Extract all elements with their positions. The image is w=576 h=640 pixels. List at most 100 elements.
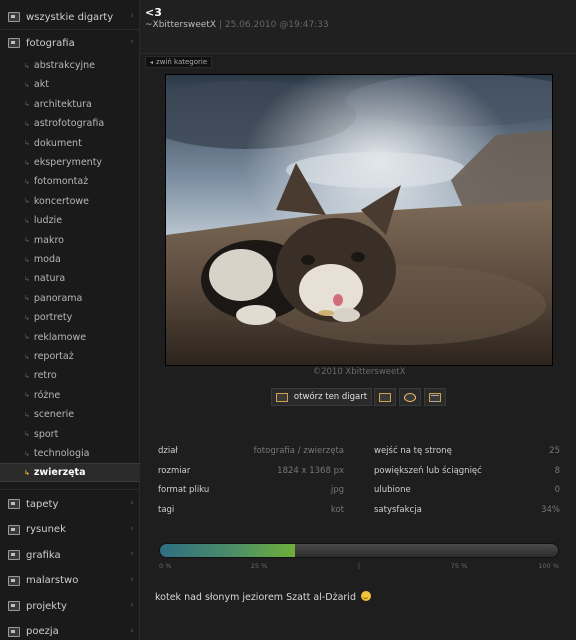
subitem-arrow-icon: ↳ [24, 177, 30, 186]
sidebar-subitem[interactable]: ↳ fotomontaż [0, 172, 140, 191]
camera-icon [8, 38, 20, 48]
sidebar-item-tapety[interactable]: tapety › [0, 493, 140, 515]
sidebar-subitem-label: eksperymenty [33, 157, 103, 168]
open-image-icon [275, 392, 288, 402]
sidebar-subitem[interactable]: ↳ ludzie [0, 211, 140, 230]
sidebar-subitem[interactable]: ↳ panorama [0, 289, 140, 308]
sidebar-item-grafika[interactable]: grafika › [0, 544, 140, 566]
pencil-icon [8, 524, 20, 535]
stat-value[interactable]: fotografia / zwierzęta [254, 446, 344, 456]
sidebar-subitem-label: ludzie [33, 215, 63, 227]
chevron-right-icon: › [130, 549, 134, 559]
sidebar-subitem[interactable]: ↳ moda [0, 250, 140, 269]
sidebar-subitem-label: koncertowe [33, 195, 89, 207]
artwork-meta: ~XbittersweetX | 25.06.2010 @19:47:33 [145, 20, 329, 30]
sidebar-item-malarstwo[interactable]: malarstwo › [0, 570, 140, 592]
sidebar-subitem-label: scenerie [33, 409, 75, 421]
stat-row: satysfakcja 34% [374, 501, 560, 519]
artwork-image[interactable] [165, 74, 553, 366]
sidebar-subitem-label: reklamowe [33, 331, 87, 343]
collapse-categories-button[interactable]: ◂ zwiń kategorie [145, 56, 213, 68]
watch-button[interactable] [399, 388, 421, 406]
sidebar-subitem[interactable]: ↳ reklamowe [0, 328, 140, 347]
sidebar-subitem[interactable]: ↳ reportaż [0, 347, 140, 366]
stat-row: wejść na tę stronę 25 [374, 442, 560, 460]
chevron-right-icon: › [130, 625, 134, 636]
subitem-arrow-icon: ↳ [24, 80, 30, 89]
subitem-arrow-icon: ↳ [24, 468, 30, 477]
smiley-icon [361, 591, 372, 601]
sidebar-subitem-label: sport [33, 428, 59, 440]
sidebar-subitem[interactable]: ↳ retro [0, 366, 140, 385]
sidebar-item-projekty[interactable]: projekty › [0, 595, 140, 617]
scale-tick: | [357, 562, 361, 570]
subitem-arrow-icon: ↳ [24, 371, 30, 380]
sidebar-subitem[interactable]: ↳ technologia [0, 444, 140, 463]
stat-value[interactable]: kot [331, 505, 344, 515]
sidebar-subitem[interactable]: ↳ zwierzęta [0, 463, 140, 483]
sidebar-subitem[interactable]: ↳ eksperymenty [0, 153, 140, 172]
page: wszystkie digarty › fotografia › ↳ abstra… [0, 0, 576, 640]
sidebar-subitem[interactable]: ↳ abstrakcyjne [0, 56, 140, 75]
stat-label: wejść na tę stronę [374, 446, 452, 456]
scale-tick: 100 % [538, 562, 559, 570]
sidebar-subitem-label: panorama [33, 292, 83, 304]
open-digart-button[interactable]: otwórz ten digart [271, 388, 372, 406]
sidebar-subitem-label: dokument [33, 137, 82, 149]
sidebar-subitem-label: natura [33, 273, 66, 285]
sidebar-subitem[interactable]: ↳ różne [0, 386, 140, 405]
header: <3 ~XbittersweetX | 25.06.2010 @19:47:33 [140, 0, 576, 54]
satisfaction-bar [159, 543, 559, 558]
subitem-arrow-icon: ↳ [24, 197, 30, 206]
sidebar-item-label: grafika [26, 549, 61, 561]
sidebar-item-poezja[interactable]: poezja › [0, 621, 140, 640]
subitem-arrow-icon: ↳ [24, 100, 30, 109]
description-text: kotek nad słonym jeziorem Szatt al-Dżari… [155, 592, 356, 603]
collapse-label: zwiń kategorie [156, 58, 208, 66]
chevron-right-icon: › [130, 523, 134, 534]
sidebar-subitem-label: zwierzęta [33, 467, 86, 479]
sidebar-subitem-label: abstrakcyjne [33, 60, 95, 71]
sidebar-subitem[interactable]: ↳ koncertowe [0, 192, 140, 211]
meta-separator: | [218, 20, 222, 30]
stat-label: satysfakcja [374, 504, 422, 515]
subitem-arrow-icon: ↳ [24, 139, 30, 148]
favorite-button[interactable] [374, 388, 396, 406]
stat-row: rozmiar 1824 x 1368 px [158, 462, 344, 480]
sidebar-subitem[interactable]: ↳ architektura [0, 95, 140, 114]
subitem-arrow-icon: ↳ [24, 391, 30, 400]
stat-label: rozmiar [158, 465, 191, 476]
sidebar-subitem-label: portrety [33, 312, 73, 324]
sidebar-subitem[interactable]: ↳ makro [0, 231, 140, 250]
grid-icon [429, 392, 441, 402]
sidebar-subitem-label: akt [33, 79, 49, 91]
sidebar-item-all-digarts[interactable]: wszystkie digarty › [0, 6, 140, 28]
sidebar-item-label: rysunek [26, 524, 66, 535]
sidebar-subitem[interactable]: ↳ akt [0, 75, 140, 94]
sidebar-item-fotografia[interactable]: fotografia › [0, 32, 140, 54]
stat-row: powiększeń lub ściągnięć 8 [374, 462, 560, 480]
image-copyright: ©2010 XbittersweetX [312, 367, 406, 377]
sidebar-subitem[interactable]: ↳ portrety [0, 308, 140, 327]
subitem-arrow-icon: ↳ [24, 158, 30, 167]
chevron-right-icon: › [130, 600, 134, 610]
page-title: <3 [145, 6, 162, 19]
sidebar-subitem[interactable]: ↳ scenerie [0, 405, 140, 424]
stat-value: jpg [330, 485, 344, 495]
subitem-arrow-icon: ↳ [24, 236, 30, 245]
wallpaper-icon [8, 499, 20, 509]
graphics-icon [8, 550, 20, 560]
sidebar-subitem[interactable]: ↳ dokument [0, 134, 140, 153]
sidebar-subitem[interactable]: ↳ natura [0, 269, 140, 288]
more-options-button[interactable] [424, 388, 446, 406]
palette-icon [8, 575, 20, 586]
sidebar-subitem-label: astrofotografia [33, 118, 105, 130]
sidebar-subitem-label: różne [33, 389, 61, 401]
sidebar-subitem[interactable]: ↳ sport [0, 425, 140, 444]
sidebar-item-rysunek[interactable]: rysunek › [0, 519, 140, 541]
author-link[interactable]: ~XbittersweetX [145, 20, 216, 30]
subitem-arrow-icon: ↳ [24, 352, 30, 361]
sidebar-subitem[interactable]: ↳ astrofotografia [0, 114, 140, 133]
satisfaction-bar-fill [160, 544, 296, 557]
eye-icon [404, 392, 416, 402]
